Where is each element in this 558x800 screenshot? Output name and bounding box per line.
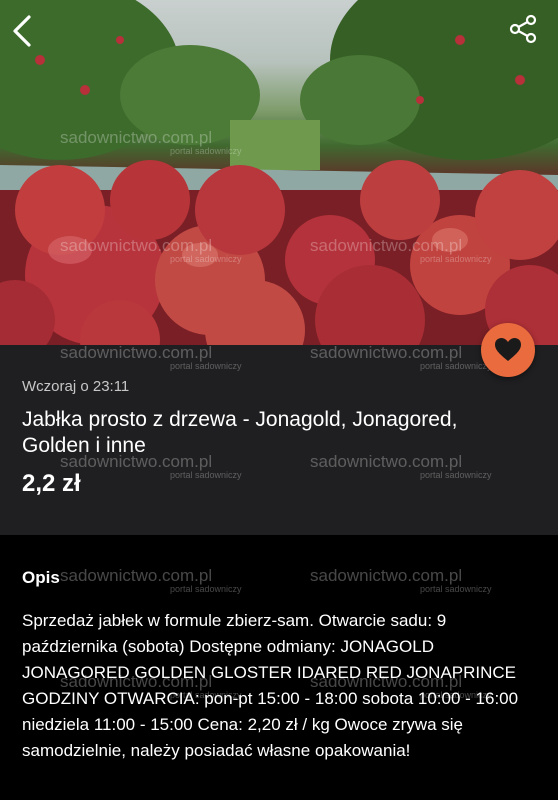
share-icon	[509, 14, 537, 44]
share-button[interactable]	[508, 14, 548, 54]
heart-icon	[495, 338, 521, 361]
listing-title: Jabłka prosto z drzewa - Jonagold, Jonag…	[22, 408, 458, 457]
description-text: Sprzedaż jabłek w formule zbierz-sam. Ot…	[22, 611, 519, 760]
apples-photo	[0, 0, 558, 345]
chevron-left-icon	[13, 15, 31, 47]
posted-date: Wczoraj o 23:11	[22, 378, 130, 395]
listing-photo[interactable]	[0, 0, 558, 345]
listing-header-card: Wczoraj o 23:11 Jabłka prosto z drzewa -…	[0, 345, 558, 535]
back-button[interactable]	[10, 14, 50, 54]
listing-price: 2,2 zł	[22, 470, 81, 497]
description-section: Opis Sprzedaż jabłek w formule zbierz-sa…	[0, 548, 558, 800]
description-heading: Opis	[22, 568, 60, 587]
favorite-button[interactable]	[481, 323, 535, 377]
